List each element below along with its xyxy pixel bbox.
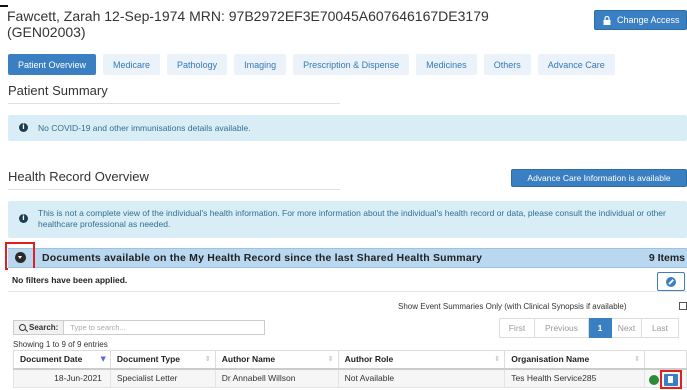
cell-document-type: Specialist Letter — [109, 368, 216, 388]
column-header-document-date[interactable]: Document Date ▼ — [13, 350, 111, 370]
column-label: Document Type — [116, 354, 181, 365]
tab-imaging[interactable]: Imaging — [234, 54, 287, 75]
chevron-down-circle-icon — [15, 252, 26, 263]
column-label: Organisation Name — [511, 354, 590, 365]
column-header-actions — [644, 350, 687, 370]
health-record-heading: Health Record Overview — [8, 169, 149, 184]
pagination-next[interactable]: Next — [612, 318, 642, 338]
search-icon — [19, 324, 26, 331]
collapse-toggle-button[interactable] — [5, 242, 35, 270]
patient-header: Fawcett, Zarah 12-Sep-1974 MRN: 97B2972E… — [7, 8, 489, 40]
filters-status: No filters have been applied. — [12, 275, 128, 285]
no-filter-icon — [666, 277, 676, 287]
lock-icon — [603, 15, 611, 25]
sort-icon: ⇕ — [494, 355, 501, 363]
info-icon: i — [19, 214, 28, 223]
pagination-previous[interactable]: Previous — [535, 318, 589, 338]
tab-others[interactable]: Others — [483, 54, 531, 75]
view-document-button[interactable] — [660, 369, 683, 389]
column-label: Author Name — [221, 354, 276, 365]
document-icon — [664, 373, 679, 386]
patient-summary-divider — [8, 103, 340, 104]
patient-summary-heading: Patient Summary — [8, 83, 108, 98]
change-access-button[interactable]: Change Access — [594, 10, 687, 30]
search-label-text: Search: — [29, 323, 59, 332]
tab-prescription-dispense[interactable]: Prescription & Dispense — [293, 54, 410, 75]
info-icon: i — [19, 123, 28, 132]
cell-author-role: Not Available — [337, 368, 506, 388]
documents-count: 9 Items — [648, 252, 685, 264]
sort-icon: ⇕ — [204, 355, 211, 363]
cell-document-date: 18-Jun-2021 — [13, 368, 111, 388]
top-edge-mark — [0, 5, 8, 7]
pagination-first[interactable]: First — [499, 318, 535, 338]
filter-button[interactable] — [657, 272, 685, 291]
health-record-divider — [8, 189, 340, 190]
table-header-row: Document Date ▼ Document Type ⇕ Author Nam… — [13, 350, 687, 370]
tab-pathology[interactable]: Pathology — [167, 54, 228, 75]
pagination-last[interactable]: Last — [642, 318, 679, 338]
documents-panel-header: Documents available on the My Health Rec… — [8, 248, 687, 268]
column-header-author-role[interactable]: Author Role ⇕ — [337, 350, 506, 370]
pagination: First Previous 1 Next Last — [499, 318, 679, 338]
column-label: Author Role — [344, 354, 394, 365]
health-record-alert-text: This is not a complete view of the indiv… — [38, 208, 666, 229]
column-label: Document Date — [20, 354, 83, 365]
tab-medicines[interactable]: Medicines — [416, 54, 477, 75]
cell-actions — [644, 368, 687, 389]
status-dot-icon — [649, 374, 660, 385]
filters-row: No filters have been applied. — [8, 268, 687, 292]
documents-table: Document Date ▼ Document Type ⇕ Author Nam… — [13, 350, 687, 389]
cell-author-name: Dr Annabell Willson — [214, 368, 339, 388]
search-input[interactable] — [64, 320, 266, 335]
search-group: Search: — [13, 320, 266, 335]
search-label: Search: — [13, 320, 65, 335]
table-row[interactable]: 18-Jun-2021 Specialist Letter Dr Annabel… — [13, 368, 687, 389]
event-summaries-checkbox[interactable] — [679, 302, 687, 310]
pagination-page-1[interactable]: 1 — [589, 318, 612, 338]
column-header-author-name[interactable]: Author Name ⇕ — [214, 350, 339, 370]
immunisation-alert-text: No COVID-19 and other immunisations deta… — [38, 123, 251, 133]
tab-medicare[interactable]: Medicare — [103, 54, 161, 75]
entries-info: Showing 1 to 9 of 9 entries — [13, 340, 108, 349]
tab-advance-care[interactable]: Advance Care — [537, 54, 615, 75]
event-summaries-label: Show Event Summaries Only (with Clinical… — [398, 302, 627, 311]
cell-organisation-name: Tes Health Service285 — [504, 368, 646, 388]
documents-title: Documents available on the My Health Rec… — [42, 252, 483, 264]
advance-care-info-button[interactable]: Advance Care Information is available — [511, 169, 687, 187]
navigation-tabs: Patient Overview Medicare Pathology Imag… — [8, 54, 615, 75]
immunisation-alert: i No COVID-19 and other immunisations de… — [8, 115, 687, 141]
sort-icon: ⇕ — [634, 355, 641, 363]
health-record-alert: i This is not a complete view of the ind… — [8, 201, 687, 238]
column-header-organisation-name[interactable]: Organisation Name ⇕ — [504, 350, 646, 370]
tab-patient-overview[interactable]: Patient Overview — [8, 54, 97, 75]
column-header-document-type[interactable]: Document Type ⇕ — [109, 350, 216, 370]
sort-icon: ⇕ — [327, 355, 334, 363]
sort-desc-icon: ▼ — [100, 355, 106, 363]
change-access-label: Change Access — [617, 15, 680, 25]
